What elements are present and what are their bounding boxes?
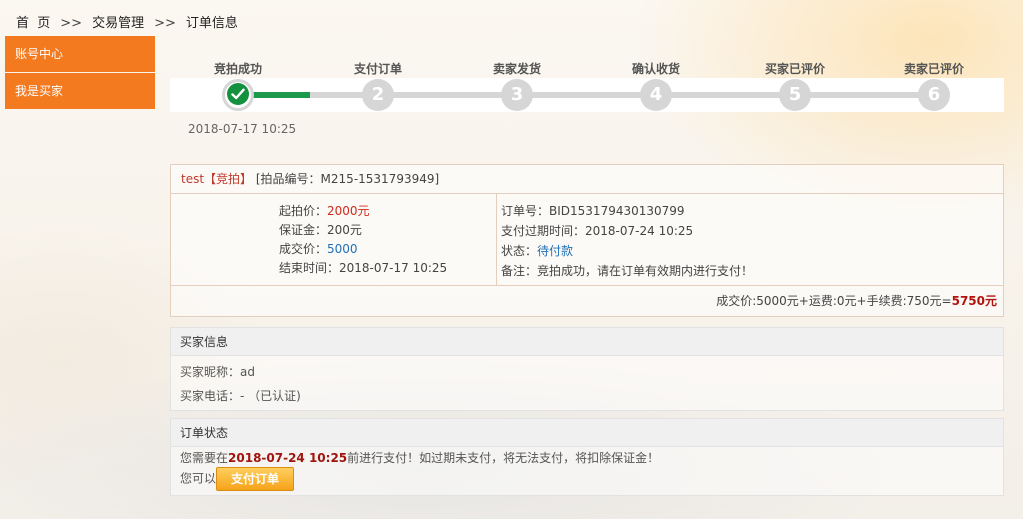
order-number-label: 订单号： [501, 204, 550, 218]
order-total: 成交价:5000元+运费:0元+手续费:750元=5750元 [171, 286, 1003, 316]
order-progress-steps: 竞拍成功 支付订单 卖家发货 确认收货 买家已评价 卖家已评价 2 3 4 5 … [170, 60, 1004, 112]
remark-value: 竞拍成功，请在订单有效期内进行支付！ [537, 264, 754, 278]
breadcrumb-separator: >> [60, 16, 83, 31]
end-time-label: 结束时间： [279, 261, 340, 275]
deposit-row: 保证金：200元 [279, 221, 362, 238]
order-number-value: BID153179430130799 [549, 204, 685, 218]
buyer-phone-row: 买家电话：- （已认证) [180, 387, 301, 404]
end-time-value: 2018-07-17 10:25 [339, 261, 448, 275]
order-summary: test【竞拍】 [拍品编号：M215-1531793949] 起拍价：2000… [170, 164, 1004, 317]
step-date: 2018-07-17 10:25 [188, 122, 297, 136]
buyer-info-heading: 买家信息 [171, 328, 1003, 356]
deposit-value: 200元 [327, 223, 362, 237]
pay-expire-value: 2018-07-24 10:25 [585, 224, 694, 238]
step-label-confirm-receipt: 确认收货 [631, 62, 680, 76]
step-6-circle: 6 [918, 79, 950, 111]
breadcrumb-order-info: 订单信息 [185, 16, 238, 31]
sidebar-item-buyer[interactable]: 我是买家 [5, 73, 155, 109]
pay-expire-row: 支付过期时间：2018-07-24 10:25 [501, 222, 693, 239]
buyer-nickname-row: 买家昵称：ad [180, 363, 255, 380]
step-label-auction-won: 竞拍成功 [213, 62, 262, 76]
check-icon [227, 83, 249, 105]
breadcrumb-trade-management[interactable]: 交易管理 [92, 12, 144, 31]
auction-details: 起拍价：2000元 保证金：200元 成交价：5000 结束时间：2018-07… [171, 194, 497, 286]
action-prefix: 您可以 [180, 471, 217, 486]
pay-expire-label: 支付过期时间： [501, 224, 586, 238]
payment-action-row: 您可以 支付订单 [180, 467, 295, 491]
sidebar: 账号中心 我是买家 [5, 36, 155, 110]
total-amount: 5750元 [951, 294, 997, 308]
item-title[interactable]: test【竞拍】 [181, 172, 252, 186]
status-value: 待付款 [537, 244, 574, 258]
step-5-circle: 5 [779, 79, 811, 111]
end-time-row: 结束时间：2018-07-17 10:25 [279, 259, 447, 276]
breadcrumb-separator: >> [154, 16, 176, 31]
start-price-row: 起拍价：2000元 [279, 202, 370, 219]
deposit-label: 保证金： [279, 223, 328, 237]
step-label-seller-ship: 卖家发货 [492, 62, 541, 76]
buyer-phone-label: 买家电话： [180, 389, 241, 403]
order-details: 起拍价：2000元 保证金：200元 成交价：5000 结束时间：2018-07… [171, 194, 1003, 286]
buyer-nickname-value: ad [240, 365, 255, 379]
start-price-value: 2000元 [327, 204, 370, 218]
buyer-phone-value: - （已认证) [240, 389, 301, 403]
payment-deadline: 2018-07-24 10:25 [228, 451, 348, 465]
breadcrumb-home[interactable]: 首 页 [16, 12, 50, 31]
step-label-buyer-reviewed: 买家已评价 [764, 62, 825, 76]
deadline-msg-suffix: 前进行支付！如过期未支付，将无法支付，将扣除保证金！ [347, 451, 660, 465]
deal-price-row: 成交价：5000 [279, 240, 358, 257]
deadline-msg-prefix: 您需要在 [180, 451, 229, 465]
step-label-pay-order: 支付订单 [353, 62, 402, 76]
remark-label: 备注： [501, 264, 538, 278]
remark-row: 备注：竞拍成功，请在订单有效期内进行支付！ [501, 262, 753, 279]
order-status-panel: 订单状态 您需要在2018-07-24 10:25前进行支付！如过期未支付，将无… [170, 418, 1004, 496]
step-4-circle: 4 [640, 79, 672, 111]
sidebar-item-account-center[interactable]: 账号中心 [5, 36, 155, 72]
step-2-circle: 2 [362, 79, 394, 111]
start-price-label: 起拍价： [279, 204, 328, 218]
step-label-seller-reviewed: 卖家已评价 [903, 62, 964, 76]
order-info: 订单号：BID153179430130799 支付过期时间：2018-07-24… [497, 194, 1003, 286]
price-breakdown: 成交价:5000元+运费:0元+手续费:750元= [716, 294, 952, 308]
payment-deadline-message: 您需要在2018-07-24 10:25前进行支付！如过期未支付，将无法支付，将… [180, 449, 659, 466]
buyer-info-panel: 买家信息 买家昵称：ad 买家电话：- （已认证) [170, 327, 1004, 411]
status-label: 状态： [501, 244, 538, 258]
progress-track-bar [238, 92, 936, 98]
order-header: test【竞拍】 [拍品编号：M215-1531793949] [171, 165, 1003, 194]
step-3-circle: 3 [501, 79, 533, 111]
progress-track: 2 3 4 5 6 [170, 78, 1004, 112]
buyer-nickname-label: 买家昵称： [180, 365, 241, 379]
deal-price-value: 5000 [327, 242, 358, 256]
order-status-heading: 订单状态 [171, 419, 1003, 447]
pay-order-button[interactable]: 支付订单 [216, 467, 295, 491]
status-row: 状态：待付款 [501, 242, 573, 259]
breadcrumb: 首 页 >> 交易管理 >> 订单信息 [16, 12, 238, 31]
deal-price-label: 成交价： [279, 242, 328, 256]
lot-number: [拍品编号：M215-1531793949] [255, 172, 440, 186]
step-1-complete [222, 79, 254, 111]
order-number-row: 订单号：BID153179430130799 [501, 202, 685, 219]
